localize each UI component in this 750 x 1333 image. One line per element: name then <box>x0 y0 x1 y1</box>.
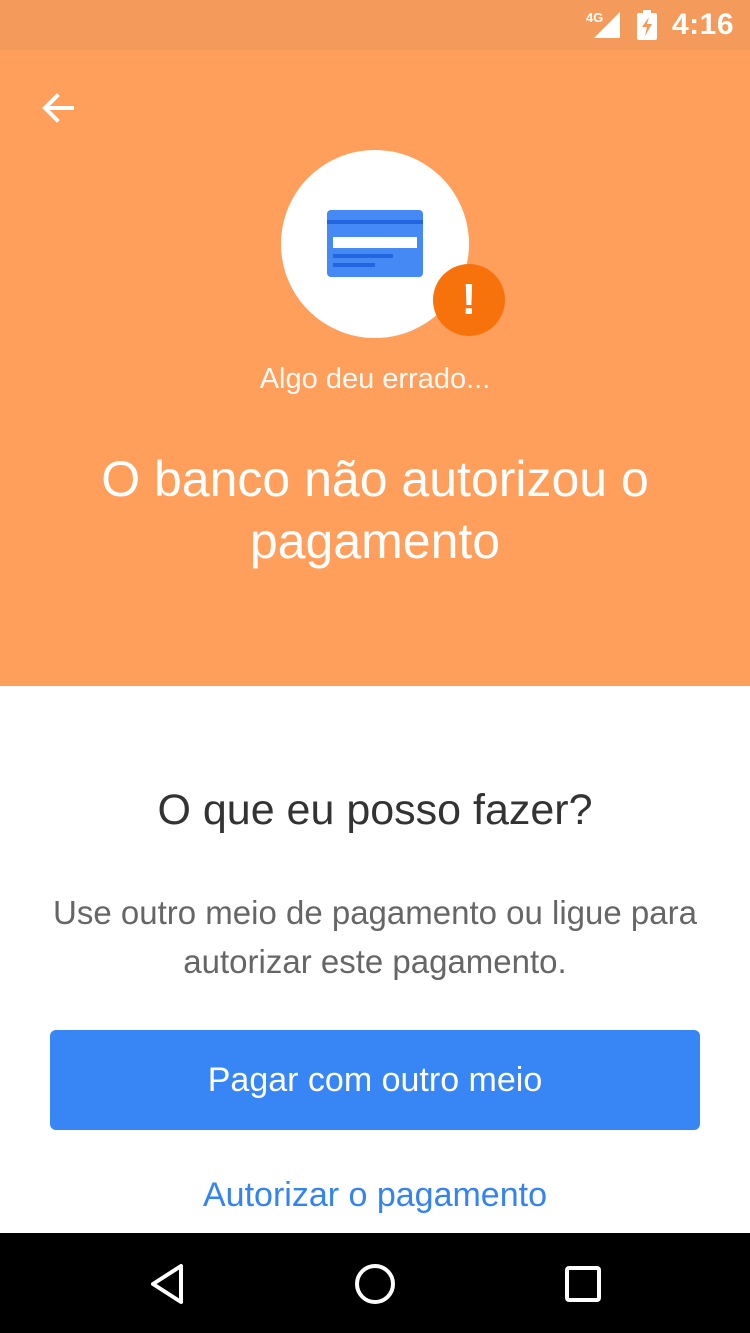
credit-card-icon <box>327 210 423 277</box>
error-header: ! Algo deu errado... O banco não autoriz… <box>0 50 750 686</box>
signal-icon: 4G <box>586 10 622 40</box>
error-title: O banco não autorizou o pagamento <box>101 451 649 569</box>
battery-charging-icon <box>636 10 658 40</box>
help-question: O que eu posso fazer? <box>157 786 593 834</box>
nav-recents-icon <box>565 1266 601 1302</box>
help-description: Use outro meio de pagamento ou ligue par… <box>53 894 697 980</box>
nav-back-icon <box>151 1264 183 1304</box>
arrow-back-icon <box>42 93 74 123</box>
clock: 4:16 <box>671 8 734 41</box>
system-nav-bar <box>0 1233 750 1333</box>
back-button[interactable] <box>30 86 86 130</box>
error-illustration: ! <box>281 150 505 340</box>
nav-home-icon <box>355 1264 395 1304</box>
nav-home-button[interactable] <box>350 1259 400 1309</box>
pay-other-method-button[interactable]: Pagar com outro meio <box>50 1030 700 1130</box>
help-section: O que eu posso fazer? Use outro meio de … <box>0 686 750 1233</box>
authorize-payment-link[interactable]: Autorizar o pagamento <box>0 1176 750 1215</box>
error-subtitle: Algo deu errado... <box>259 363 491 395</box>
exclamation-icon: ! <box>433 264 505 336</box>
network-type: 4G <box>585 10 604 25</box>
status-bar: 4G 4:16 <box>0 0 750 50</box>
nav-recents-button[interactable] <box>558 1259 608 1309</box>
nav-back-button[interactable] <box>142 1259 192 1309</box>
